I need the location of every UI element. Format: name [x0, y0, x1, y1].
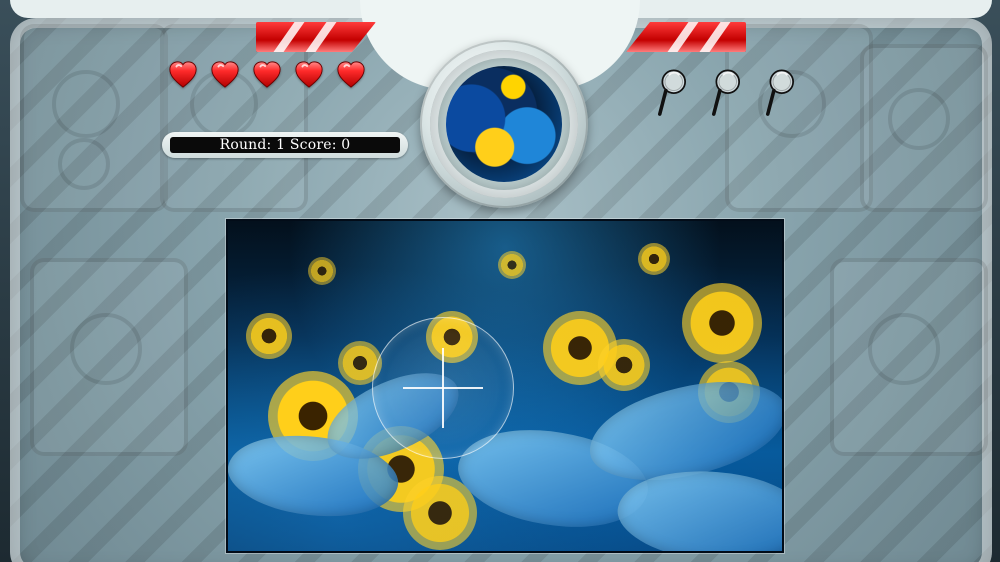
background-speaker-circle [52, 70, 120, 138]
stripe-slash [667, 22, 699, 52]
crosshair-reticle[interactable] [372, 317, 514, 459]
magnifying-glass-icon[interactable] [708, 66, 744, 122]
flower [246, 313, 292, 359]
magnified-preview [420, 40, 588, 208]
heart-icon [336, 60, 366, 90]
flower [498, 251, 526, 279]
stripe-slash [273, 22, 305, 52]
game-window: Round: 1 Score: 0 [0, 0, 1000, 562]
heart-icon [168, 60, 198, 90]
score-hud-display: Round: 1 Score: 0 [170, 137, 400, 153]
round-score-text: Round: 1 Score: 0 [219, 137, 351, 153]
background-speaker-circle [58, 138, 110, 190]
crosshair-vertical [442, 348, 444, 428]
background-speaker-circle [888, 88, 950, 150]
flower [598, 339, 650, 391]
flower [682, 283, 762, 363]
stripe-slash [305, 22, 337, 52]
magnified-image [446, 66, 562, 182]
game-image-area[interactable] [226, 219, 784, 553]
background-speaker-circle [868, 313, 940, 385]
hint-magnifiers [654, 66, 798, 122]
heart-icon [294, 60, 324, 90]
stripe-slash [699, 22, 731, 52]
heart-icon [210, 60, 240, 90]
magnified-lens [446, 66, 562, 182]
magnifying-glass-icon[interactable] [762, 66, 798, 122]
flower [308, 257, 336, 285]
heart-icon [252, 60, 282, 90]
lives-hearts [168, 60, 366, 90]
score-hud: Round: 1 Score: 0 [162, 132, 408, 158]
flower [638, 243, 670, 275]
magnifying-glass-icon[interactable] [654, 66, 690, 122]
background-speaker-circle [70, 313, 142, 385]
